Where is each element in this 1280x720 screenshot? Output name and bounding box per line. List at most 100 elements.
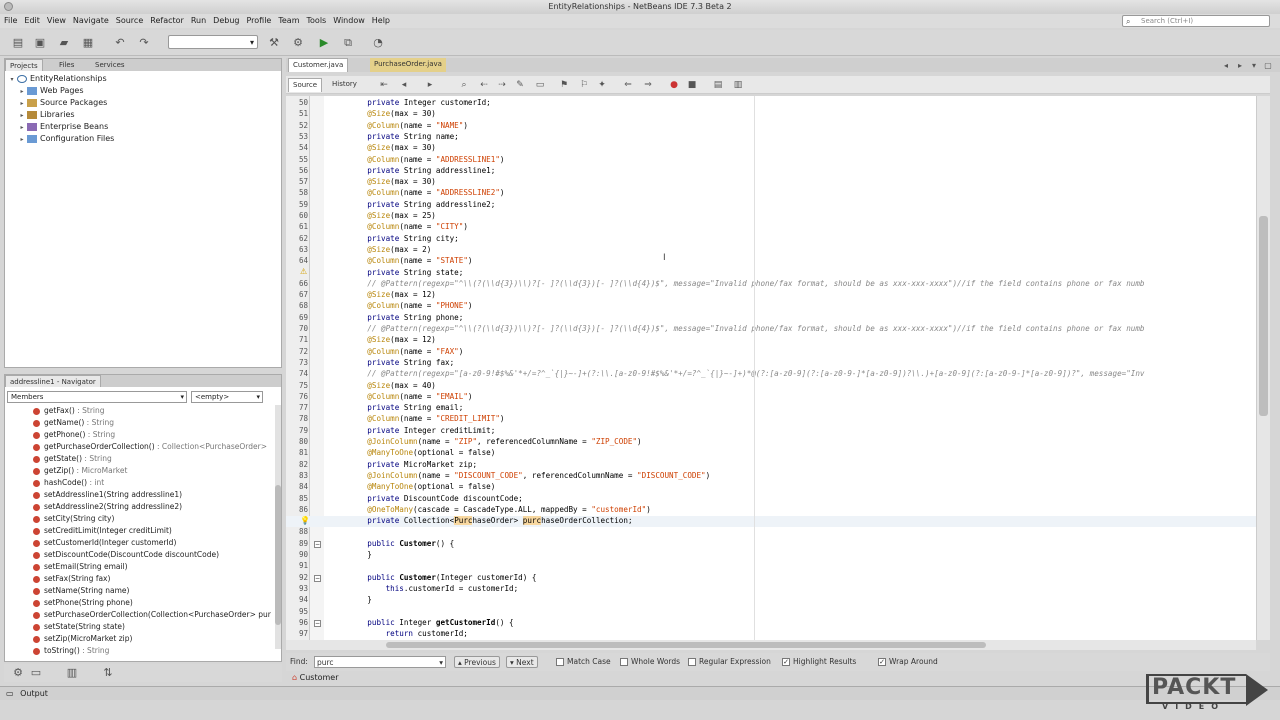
search-input[interactable]: ⌕ Search (Ctrl+I) [1122,15,1270,27]
find-next-icon[interactable]: ⇢ [494,77,510,93]
tab-source[interactable]: Source [288,78,323,92]
code-line[interactable]: private Collection<PurchaseOrder> purcha… [349,515,633,526]
sort-icon[interactable]: ⇅ [100,665,116,681]
code-line[interactable]: private String addressline2; [349,199,495,210]
vertical-scroll-thumb[interactable] [1259,216,1268,416]
code-line[interactable]: private String state; [349,267,463,278]
code-line[interactable]: private Integer creditLimit; [349,425,495,436]
find-next-button[interactable]: ▾ Next [506,656,538,668]
checkbox-checked-icon[interactable]: ✓ [782,658,790,666]
navigator-member[interactable]: setPhone(String phone) [33,597,133,609]
code-line[interactable]: this.customerId = customerId; [349,583,519,594]
find-previous-icon[interactable]: ⇠ [476,77,492,93]
close-window-icon[interactable] [4,2,13,11]
menu-run[interactable]: Run [188,14,209,28]
regular-expression-checkbox[interactable]: Regular Expression [688,656,771,668]
breadcrumb-item[interactable]: Customer [300,673,339,682]
navigator-member[interactable]: setFax(String fax) [33,573,110,585]
open-project-icon[interactable]: ▰ [56,35,72,51]
output-tab[interactable]: Output [20,689,48,698]
navigator-member[interactable]: setZip(MicroMarket zip) [33,633,132,645]
navigator-member[interactable]: setCustomerId(Integer customerId) [33,537,176,549]
menu-window[interactable]: Window [330,14,368,28]
profile-icon[interactable]: ◔ [370,35,386,51]
comment-icon[interactable]: ▤ [710,77,726,93]
editor-vertical-scrollbar[interactable] [1256,96,1270,640]
find-selection-icon[interactable]: ⌕ [456,77,472,93]
find-input[interactable]: purc ▾ [314,656,446,668]
code-line[interactable]: @JoinColumn(name = "ZIP", referencedColu… [349,436,641,447]
collapse-icon[interactable]: ▾ [7,74,17,86]
tab-purchaseorder-java[interactable]: PurchaseOrder.java [370,58,446,72]
fields-icon[interactable]: ▭ [28,665,44,681]
debug-icon[interactable]: ⧉ [340,35,356,51]
scope-select[interactable]: <empty> ▾ [191,391,263,403]
navigator-member[interactable]: toString() : String [33,645,109,657]
tab-customer-java[interactable]: Customer.java [288,58,349,72]
build-icon[interactable]: ⚙ [290,35,306,51]
code-line[interactable]: } [349,549,372,560]
fold-toggle-icon[interactable]: − [314,620,321,627]
code-line[interactable]: // @Pattern(regexp="^\\(?(\\d{3})\\)?[- … [349,323,1144,334]
tree-item-web-pages[interactable]: ▸ Web Pages [17,85,83,97]
filter-icon[interactable]: ⚙ [10,665,26,681]
code-line[interactable]: private String name; [349,131,458,142]
menu-tools[interactable]: Tools [304,14,330,28]
previous-bookmark-icon[interactable]: ⚑ [556,77,572,93]
navigator-member[interactable]: setCreditLimit(Integer creditLimit) [33,525,172,537]
configuration-select[interactable]: ▾ [168,35,258,49]
code-line[interactable]: private String fax; [349,357,454,368]
forward-icon[interactable]: ▸ [422,77,438,93]
find-previous-button[interactable]: ▴ Previous [454,656,500,668]
hint-lightbulb-icon[interactable]: 💡 [300,516,310,525]
tree-item-source-packages[interactable]: ▸ Source Packages [17,97,107,109]
tab-files[interactable]: Files [55,59,78,71]
checkbox-icon[interactable] [688,658,696,666]
tab-navigator[interactable]: addressline1 - Navigator [5,375,101,387]
navigator-member[interactable]: setDiscountCode(DiscountCode discountCod… [33,549,219,561]
menu-team[interactable]: Team [275,14,302,28]
chevron-down-icon[interactable]: ▾ [439,657,443,669]
code-line[interactable]: @Column(name = "FAX") [349,346,463,357]
tree-item-enterprise-beans[interactable]: ▸ Enterprise Beans [17,121,108,133]
tree-item-libraries[interactable]: ▸ Libraries [17,109,74,121]
code-line[interactable]: @Column(name = "NAME") [349,120,468,131]
save-all-icon[interactable]: ▦ [80,35,96,51]
undo-icon[interactable]: ↶ [112,35,128,51]
navigator-member[interactable]: setAddressline1(String addressline1) [33,489,182,501]
members-filter-select[interactable]: Members ▾ [7,391,187,403]
code-line[interactable]: @Column(name = "CREDIT_LIMIT") [349,413,504,424]
warning-icon[interactable]: ⚠ [300,267,307,276]
code-line[interactable]: @Column(name = "EMAIL") [349,391,472,402]
navigator-member[interactable]: getName() : String [33,417,114,429]
last-edit-icon[interactable]: ⇤ [376,77,392,93]
wrap-around-checkbox[interactable]: ✓ Wrap Around [878,656,938,668]
clean-build-icon[interactable]: ⚒ [266,35,282,51]
navigator-scrollbar[interactable] [275,405,281,649]
stop-macro-recording-icon[interactable]: ■ [684,77,700,93]
editor-horizontal-scrollbar[interactable] [286,640,1256,650]
code-line[interactable]: private Integer customerId; [349,97,490,108]
code-line[interactable]: @Size(max = 12) [349,289,436,300]
back-icon[interactable]: ◂ [396,77,412,93]
toggle-bookmark-icon[interactable]: ✦ [594,77,610,93]
highlight-results-checkbox[interactable]: ✓ Highlight Results [782,656,856,668]
shift-left-icon[interactable]: ⇐ [620,77,636,93]
code-line[interactable]: @Column(name = "ADDRESSLINE1") [349,154,504,165]
menu-debug[interactable]: Debug [210,14,242,28]
checkbox-icon[interactable] [620,658,628,666]
menu-source[interactable]: Source [113,14,146,28]
expand-icon[interactable]: ▸ [17,134,27,146]
code-line[interactable]: @Size(max = 30) [349,176,436,187]
match-case-checkbox[interactable]: Match Case [556,656,611,668]
navigator-member[interactable]: setPurchaseOrderCollection(Collection<Pu… [33,609,271,621]
navigator-member[interactable]: setAddressline2(String addressline2) [33,501,182,513]
menu-help[interactable]: Help [369,14,393,28]
code-line[interactable]: @Size(max = 30) [349,108,436,119]
navigator-member[interactable]: getZip() : MicroMarket [33,465,127,477]
code-line[interactable]: @ManyToOne(optional = false) [349,447,495,458]
code-line[interactable]: private String email; [349,402,463,413]
tab-history[interactable]: History [328,78,361,92]
whole-words-checkbox[interactable]: Whole Words [620,656,680,668]
static-icon[interactable]: ▥ [64,665,80,681]
